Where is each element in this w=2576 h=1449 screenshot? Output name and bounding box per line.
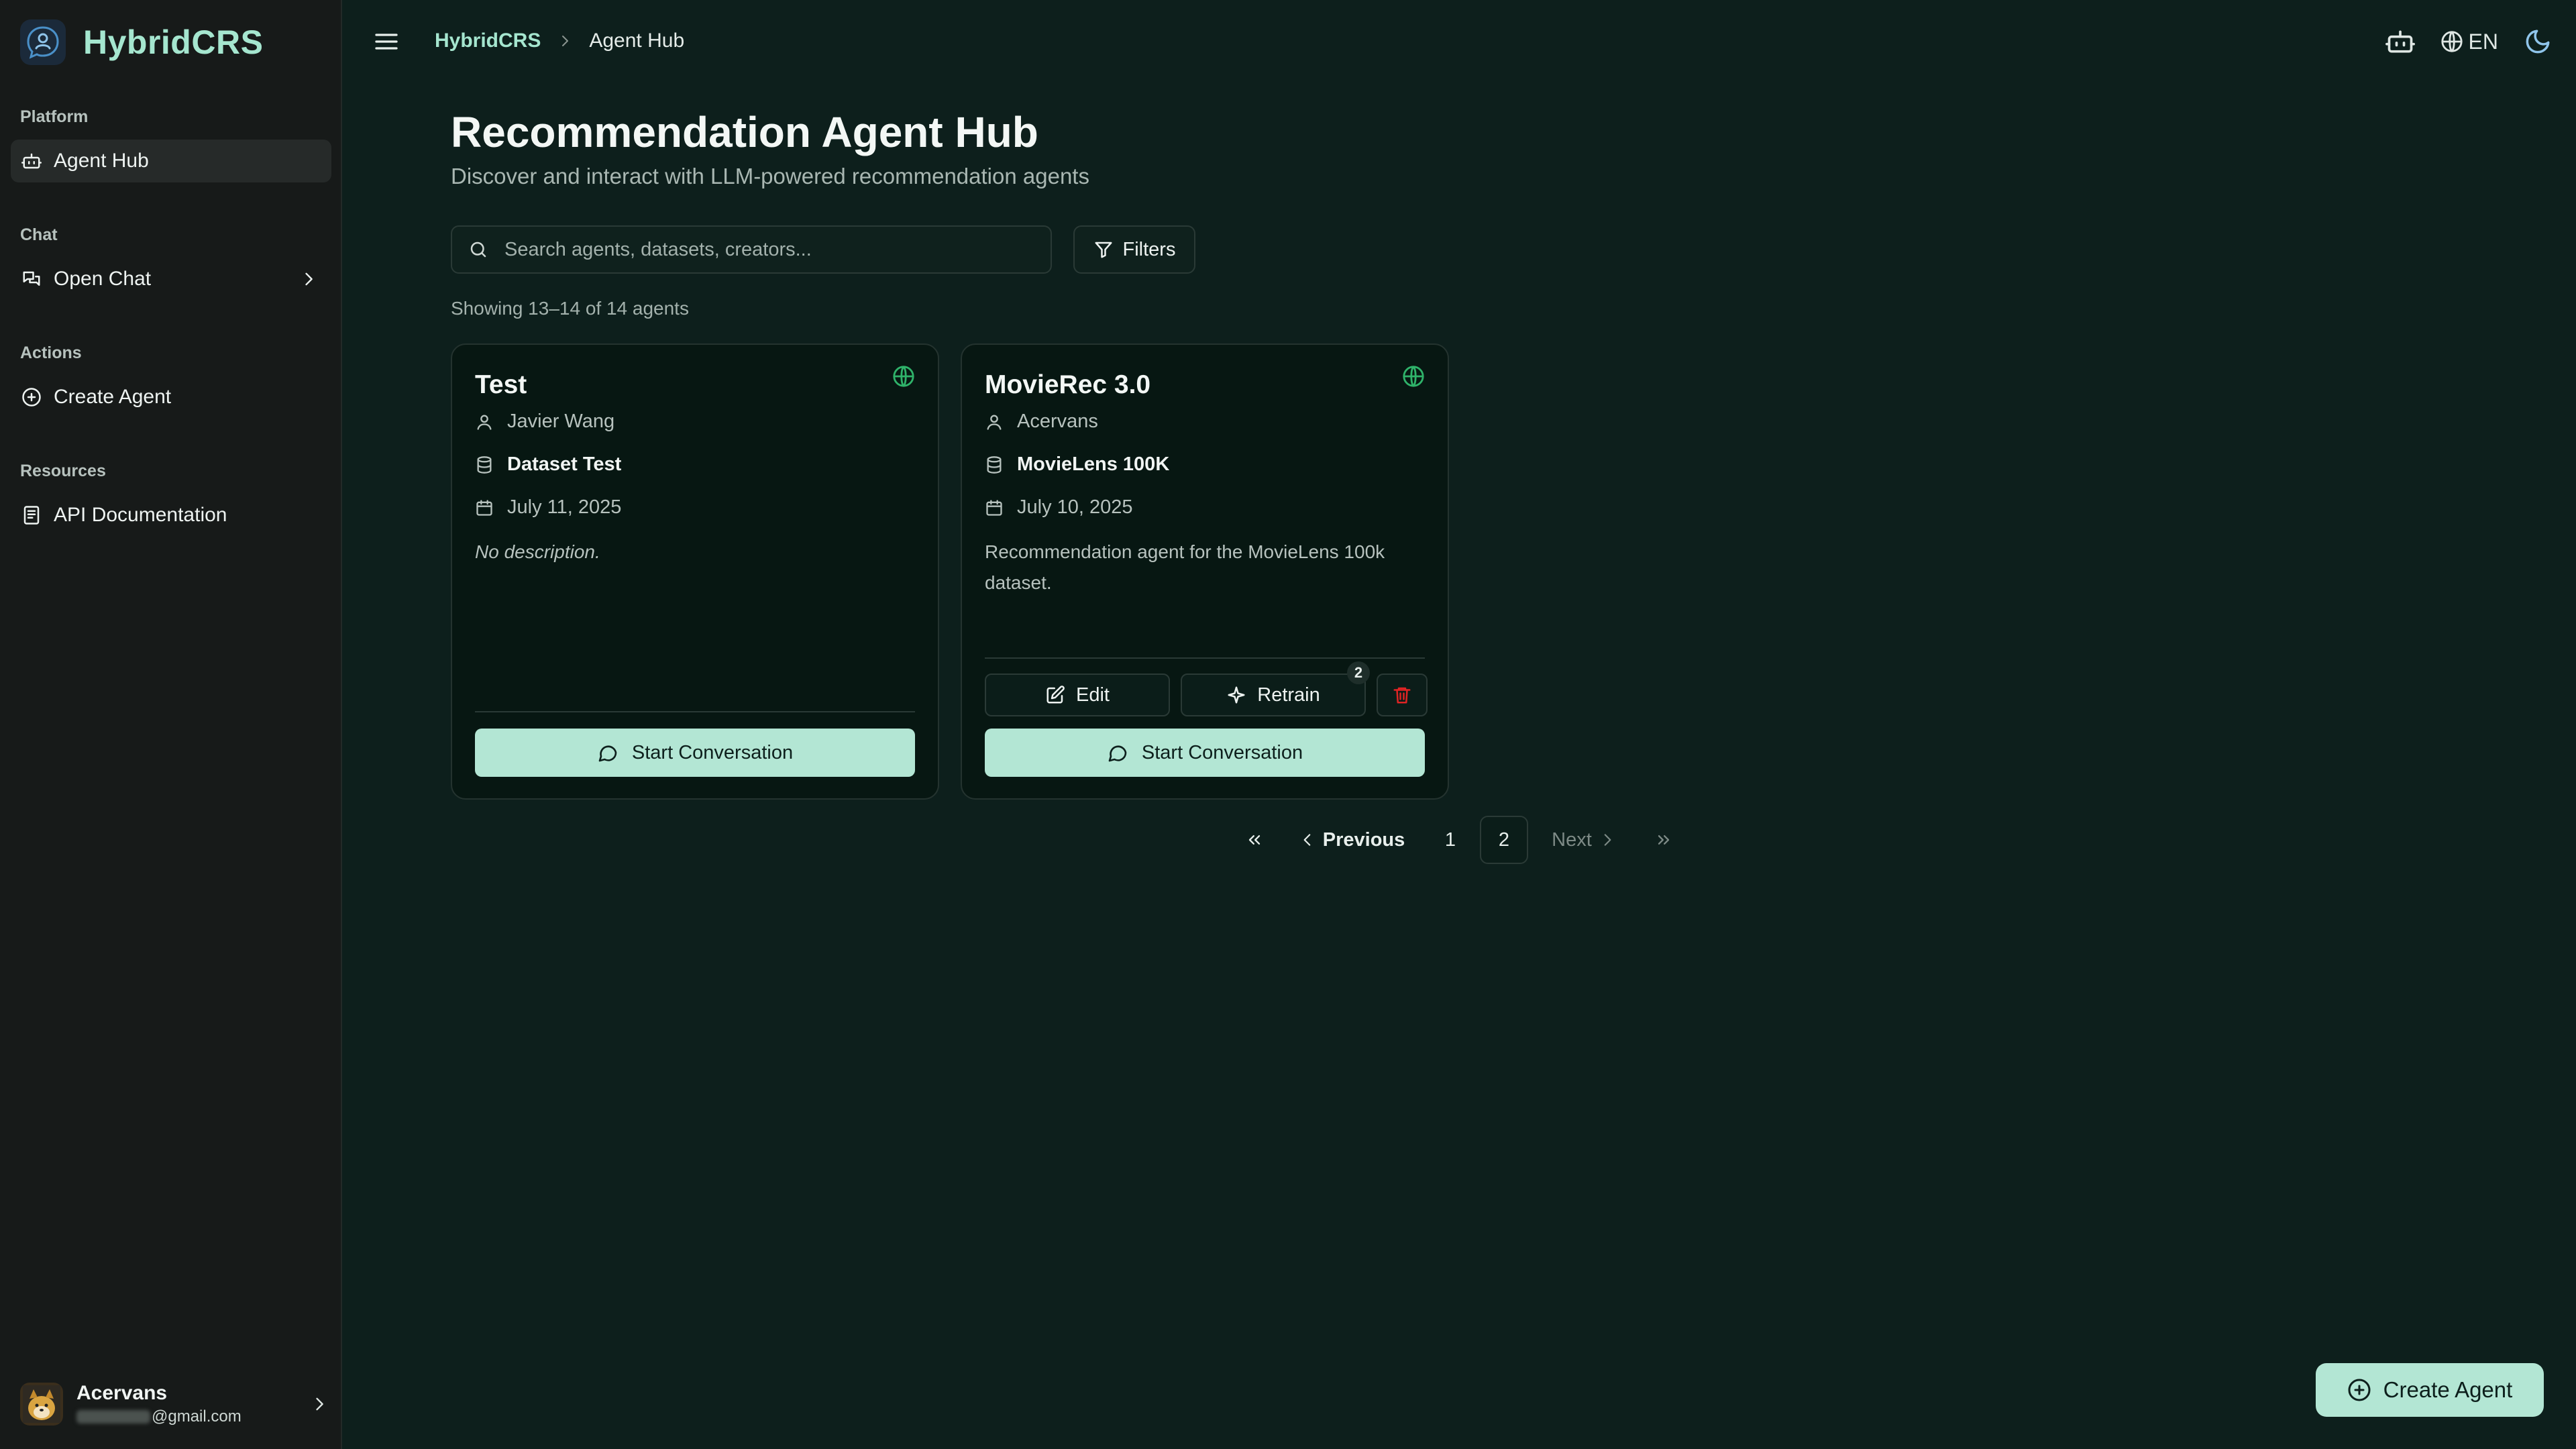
- messages-icon: [21, 269, 42, 289]
- search-input[interactable]: [504, 238, 1028, 261]
- bot-icon: [21, 151, 42, 171]
- page-title: Recommendation Agent Hub: [451, 108, 1038, 156]
- filters-button[interactable]: Filters: [1073, 225, 1195, 274]
- agent-name: Test: [475, 370, 527, 399]
- chevrons-right-icon: [1654, 830, 1673, 849]
- sidebar-item-label: Agent Hub: [54, 150, 149, 172]
- language-label: EN: [2468, 29, 2498, 54]
- redacted-email: [76, 1410, 150, 1424]
- section-label-chat: Chat: [20, 225, 58, 244]
- sidebar-item-label: Open Chat: [54, 268, 152, 290]
- sidebar-item-agent-hub[interactable]: Agent Hub: [11, 140, 331, 182]
- calendar-icon: [985, 498, 1004, 517]
- delete-button[interactable]: [1377, 674, 1428, 716]
- agent-date: July 11, 2025: [475, 496, 621, 519]
- user-icon: [475, 413, 494, 431]
- menu-toggle-icon[interactable]: [373, 28, 400, 55]
- message-circle-icon: [1107, 742, 1128, 763]
- sparkle-icon: [1226, 685, 1246, 705]
- start-conversation-button[interactable]: Start Conversation: [985, 729, 1425, 777]
- agent-dataset[interactable]: MovieLens 100K: [985, 453, 1169, 476]
- agent-creator: Javier Wang: [475, 411, 614, 433]
- calendar-icon: [475, 498, 494, 517]
- last-page-button[interactable]: [1642, 816, 1685, 864]
- agent-card: Test Javier Wang Dataset Test July 11, 2…: [451, 343, 939, 800]
- chevrons-left-icon: [1245, 830, 1264, 849]
- edit-button[interactable]: Edit: [985, 674, 1170, 716]
- user-email: @gmail.com: [76, 1407, 297, 1426]
- section-label-platform: Platform: [20, 107, 89, 126]
- plus-circle-icon: [2347, 1378, 2371, 1402]
- agent-creator: Acervans: [985, 411, 1098, 433]
- globe-icon: [2440, 30, 2463, 53]
- avatar: [20, 1383, 63, 1426]
- section-label-resources: Resources: [20, 462, 106, 480]
- card-divider: [985, 657, 1425, 659]
- chevron-right-icon: [299, 270, 318, 288]
- results-count: Showing 13–14 of 14 agents: [451, 298, 689, 319]
- search-icon: [468, 239, 488, 260]
- filter-icon: [1093, 239, 1114, 260]
- chevron-right-icon: [1599, 831, 1616, 849]
- app-name: HybridCRS: [83, 23, 264, 61]
- previous-button[interactable]: Previous: [1295, 816, 1409, 864]
- breadcrumb-separator-icon: [557, 33, 573, 49]
- user-icon: [985, 413, 1004, 431]
- language-switcher[interactable]: EN: [2440, 30, 2498, 54]
- moon-icon[interactable]: [2524, 28, 2552, 56]
- trash-icon: [1392, 685, 1412, 705]
- topbar: HybridCRS Agent Hub EN: [343, 0, 2576, 85]
- topbar-actions: EN: [2385, 27, 2552, 56]
- public-globe-icon: [892, 365, 915, 388]
- database-icon: [475, 455, 494, 474]
- breadcrumb: HybridCRS Agent Hub: [435, 30, 684, 52]
- retrain-count-badge: 2: [1347, 661, 1370, 684]
- sidebar-item-create-agent[interactable]: Create Agent: [11, 376, 331, 419]
- chevron-left-icon: [1299, 831, 1316, 849]
- section-label-actions: Actions: [20, 343, 82, 362]
- breadcrumb-current: Agent Hub: [589, 30, 685, 52]
- edit-icon: [1045, 685, 1065, 705]
- sidebar-item-api-documentation[interactable]: API Documentation: [11, 494, 331, 537]
- public-globe-icon: [1402, 365, 1425, 388]
- page-2-button[interactable]: 2: [1480, 816, 1528, 864]
- next-button[interactable]: Next: [1540, 816, 1627, 864]
- brand[interactable]: HybridCRS: [20, 19, 263, 66]
- agent-card: MovieRec 3.0 Acervans MovieLens 100K Jul…: [961, 343, 1449, 800]
- message-circle-icon: [597, 742, 619, 763]
- user-menu[interactable]: Acervans @gmail.com: [20, 1374, 329, 1434]
- retrain-button[interactable]: Retrain: [1181, 674, 1366, 716]
- agent-date: July 10, 2025: [985, 496, 1133, 519]
- sidebar: HybridCRS Platform Agent Hub Chat Open C…: [0, 0, 342, 1449]
- card-divider: [475, 711, 915, 712]
- search-box[interactable]: [451, 225, 1052, 274]
- filters-label: Filters: [1122, 238, 1176, 260]
- bot-icon[interactable]: [2385, 27, 2415, 56]
- breadcrumb-home[interactable]: HybridCRS: [435, 30, 541, 52]
- page-1-button[interactable]: 1: [1430, 816, 1470, 864]
- chevron-right-icon: [310, 1395, 329, 1413]
- database-icon: [985, 455, 1004, 474]
- plus-circle-icon: [21, 387, 42, 407]
- first-page-button[interactable]: [1233, 816, 1276, 864]
- sidebar-item-label: Create Agent: [54, 386, 172, 408]
- agent-dataset[interactable]: Dataset Test: [475, 453, 621, 476]
- start-conversation-button[interactable]: Start Conversation: [475, 729, 915, 777]
- logo-icon: [20, 19, 66, 65]
- agent-name: MovieRec 3.0: [985, 370, 1151, 399]
- document-icon: [21, 505, 42, 525]
- agent-description: Recommendation agent for the MovieLens 1…: [985, 541, 1385, 593]
- sidebar-item-open-chat[interactable]: Open Chat: [11, 258, 331, 301]
- sidebar-item-label: API Documentation: [54, 504, 227, 526]
- agent-description: No description.: [475, 541, 600, 562]
- user-name: Acervans: [76, 1382, 168, 1404]
- page-subtitle: Discover and interact with LLM-powered r…: [451, 164, 1089, 189]
- create-agent-button[interactable]: Create Agent: [2316, 1363, 2544, 1417]
